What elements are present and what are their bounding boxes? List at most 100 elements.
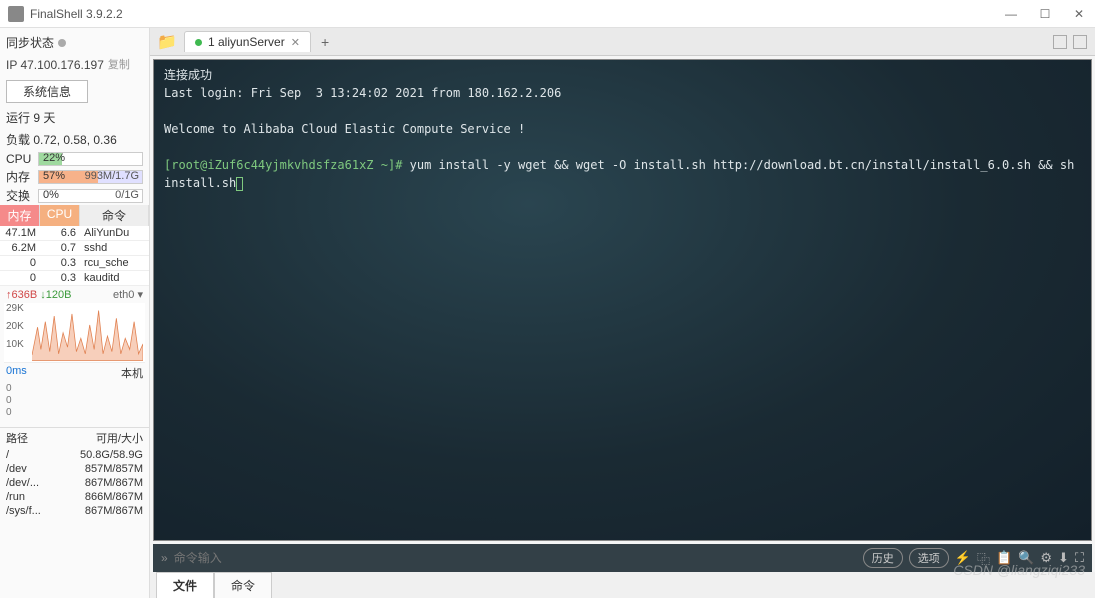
disk-h-size[interactable]: 可用/大小 xyxy=(56,430,143,446)
disk-header: 路径 可用/大小 xyxy=(0,427,149,448)
proc-mem: 0 xyxy=(0,256,40,270)
mem-bar: 57% 993M/1.7G xyxy=(38,170,143,184)
process-row[interactable]: 00.3kauditd xyxy=(0,271,149,286)
disk-row[interactable]: /dev857M/857M xyxy=(0,462,149,476)
copy-icon[interactable]: ⿻ xyxy=(977,549,990,568)
app-title: FinalShell 3.9.2.2 xyxy=(30,7,1003,21)
history-button[interactable]: 历史 xyxy=(863,548,903,568)
tab-aliyunserver[interactable]: 1 aliyunServer ✕ xyxy=(184,31,311,52)
net-iface[interactable]: eth0 ▾ xyxy=(113,288,143,301)
proc-h-mem[interactable]: 内存 xyxy=(0,205,40,226)
disk-size: 866M/867M xyxy=(56,491,143,503)
proc-h-cmd[interactable]: 命令 xyxy=(80,205,149,226)
grid-view-icon[interactable] xyxy=(1053,35,1067,49)
net-row: ↑636B ↓120B eth0 ▾ xyxy=(0,286,149,303)
fullscreen-icon[interactable]: ⛶ xyxy=(1075,550,1084,566)
disk-size: 867M/867M xyxy=(56,505,143,517)
tabbar: 📁 1 aliyunServer ✕ + xyxy=(150,28,1095,56)
main-area: 📁 1 aliyunServer ✕ + 连接成功 Last login: Fr… xyxy=(150,28,1095,598)
net-sparkline xyxy=(32,305,143,361)
disk-size: 857M/857M xyxy=(56,463,143,475)
app-icon xyxy=(8,6,24,22)
disk-row[interactable]: /run866M/867M xyxy=(0,490,149,504)
proc-cmd: sshd xyxy=(80,241,149,255)
disk-h-path[interactable]: 路径 xyxy=(6,430,56,446)
window-buttons: — ☐ ✕ xyxy=(1003,7,1087,21)
options-button[interactable]: 选项 xyxy=(909,548,949,568)
bottom-tabs: 文件 命令 xyxy=(150,572,1095,598)
proc-cpu: 0.7 xyxy=(40,241,80,255)
latency-chart: 0 0 0 xyxy=(6,383,143,423)
proc-cpu: 6.6 xyxy=(40,226,80,240)
latency-host[interactable]: 本机 xyxy=(121,365,143,381)
gear-icon[interactable]: ⚙ xyxy=(1040,550,1052,566)
search-icon[interactable]: 🔍 xyxy=(1018,550,1034,566)
mem-row: 内存 57% 993M/1.7G xyxy=(0,167,149,186)
bolt-icon[interactable]: ⚡ xyxy=(955,550,971,566)
swap-pct: 0% xyxy=(43,189,59,201)
swap-row: 交换 0% 0/1G xyxy=(0,186,149,205)
disk-path: /dev xyxy=(6,463,56,475)
disk-size: 50.8G/58.9G xyxy=(56,449,143,461)
mem-pct: 57% xyxy=(43,170,65,182)
load-row: 负载 0.72, 0.58, 0.36 xyxy=(0,129,149,151)
tab-label: 1 aliyunServer xyxy=(208,35,285,49)
command-input[interactable] xyxy=(174,551,857,565)
proc-cmd: AliYunDu xyxy=(80,226,149,240)
list-view-icon[interactable] xyxy=(1073,35,1087,49)
copy-ip-button[interactable]: 复制 xyxy=(108,56,130,74)
process-row[interactable]: 00.3rcu_sche xyxy=(0,256,149,271)
swap-text: 0/1G xyxy=(115,189,139,201)
cpu-row: CPU 22% xyxy=(0,151,149,167)
system-info-button[interactable]: 系统信息 xyxy=(6,80,88,103)
proc-cmd: rcu_sche xyxy=(80,256,149,270)
uptime-row: 运行 9 天 xyxy=(0,107,149,129)
tab-close-icon[interactable]: ✕ xyxy=(291,36,300,49)
disk-list: /50.8G/58.9G/dev857M/857M/dev/...867M/86… xyxy=(0,448,149,518)
download-icon[interactable]: ⬇ xyxy=(1058,550,1069,566)
proc-mem: 6.2M xyxy=(0,241,40,255)
sync-label: 同步状态 xyxy=(6,34,54,52)
cpu-label: CPU xyxy=(6,152,36,166)
proc-cpu: 0.3 xyxy=(40,271,80,285)
sync-status-row: 同步状态 xyxy=(0,32,149,54)
add-tab-button[interactable]: + xyxy=(321,34,329,50)
proc-cmd: kauditd xyxy=(80,271,149,285)
maximize-button[interactable]: ☐ xyxy=(1037,7,1053,21)
tab-commands[interactable]: 命令 xyxy=(214,572,272,598)
cpu-pct: 22% xyxy=(43,152,65,164)
latency-row: 0ms 本机 xyxy=(0,363,149,383)
term-line4: Welcome to Alibaba Cloud Elastic Compute… xyxy=(164,122,525,136)
close-button[interactable]: ✕ xyxy=(1071,7,1087,21)
tab-files[interactable]: 文件 xyxy=(156,572,214,598)
cpu-bar: 22% xyxy=(38,152,143,166)
ip-address: IP 47.100.176.197 xyxy=(6,56,104,74)
command-bar: » 历史 选项 ⚡ ⿻ 📋 🔍 ⚙ ⬇ ⛶ xyxy=(153,544,1092,572)
term-line2: Last login: Fri Sep 3 13:24:02 2021 from… xyxy=(164,86,561,100)
proc-h-cpu[interactable]: CPU xyxy=(40,205,80,226)
mem-text: 993M/1.7G xyxy=(85,170,139,182)
folder-icon[interactable]: 📁 xyxy=(154,32,180,52)
process-row[interactable]: 6.2M0.7sshd xyxy=(0,241,149,256)
paste-icon[interactable]: 📋 xyxy=(996,550,1012,566)
process-row[interactable]: 47.1M6.6AliYunDu xyxy=(0,226,149,241)
disk-path: /sys/f... xyxy=(6,505,56,517)
disk-row[interactable]: /dev/...867M/867M xyxy=(0,476,149,490)
latency-value: 0ms xyxy=(6,365,27,381)
term-line1: 连接成功 xyxy=(164,68,212,82)
disk-row[interactable]: /sys/f...867M/867M xyxy=(0,504,149,518)
disk-path: / xyxy=(6,449,56,461)
proc-mem: 0 xyxy=(0,271,40,285)
mem-label: 内存 xyxy=(6,168,36,185)
disk-row[interactable]: /50.8G/58.9G xyxy=(0,448,149,462)
term-prompt: [root@iZuf6c44yjmkvhdsfza61xZ ~]# xyxy=(164,158,410,172)
minimize-button[interactable]: — xyxy=(1003,7,1019,21)
chevron-icon: » xyxy=(161,551,168,565)
sidebar: 同步状态 IP 47.100.176.197 复制 系统信息 运行 9 天 负载… xyxy=(0,28,150,598)
process-header: 内存 CPU 命令 xyxy=(0,205,149,226)
disk-size: 867M/867M xyxy=(56,477,143,489)
terminal[interactable]: 连接成功 Last login: Fri Sep 3 13:24:02 2021… xyxy=(153,59,1092,541)
swap-bar: 0% 0/1G xyxy=(38,189,143,203)
swap-label: 交换 xyxy=(6,187,36,204)
titlebar: FinalShell 3.9.2.2 — ☐ ✕ xyxy=(0,0,1095,28)
